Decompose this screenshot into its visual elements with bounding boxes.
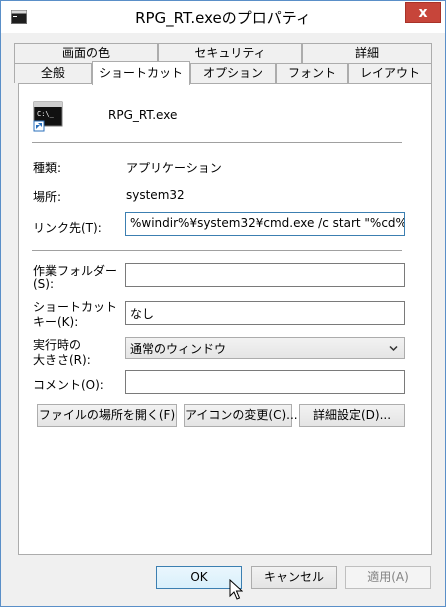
advanced-settings-button[interactable]: 詳細設定(D)... (299, 404, 405, 427)
change-icon-button[interactable]: アイコンの変更(C)... (184, 404, 298, 427)
type-label: 種類: (33, 161, 62, 175)
window-title: RPG_RT.exeのプロパティ (135, 9, 311, 27)
tab-security[interactable]: セキュリティ (158, 43, 302, 63)
run-size-select[interactable]: 通常のウィンドウ (125, 337, 405, 359)
title-bar[interactable]: RPG_RT.exeのプロパティ x (1, 1, 445, 33)
mouse-pointer-icon (229, 579, 243, 600)
location-value: system32 (126, 188, 185, 202)
svg-text:C:\_: C:\_ (37, 110, 55, 118)
comment-label: コメント(O): (33, 378, 104, 392)
shortcut-filename: RPG_RT.exe (108, 108, 178, 122)
console-shortcut-icon: C:\_ (33, 101, 63, 132)
tab-details[interactable]: 詳細 (302, 43, 432, 63)
tab-layout[interactable]: レイアウト (348, 63, 432, 83)
type-value: アプリケーション (126, 161, 222, 175)
apply-button[interactable]: 適用(A) (345, 566, 431, 589)
properties-window: RPG_RT.exeのプロパティ x 画面の色 セキュリティ 詳細 全般 ショー… (0, 0, 446, 607)
tab-font[interactable]: フォント (276, 63, 348, 83)
tab-general[interactable]: 全般 (14, 63, 92, 83)
divider-top (32, 142, 402, 143)
hotkey-input[interactable]: なし (125, 301, 405, 325)
shortcut-panel: C:\_ RPG_RT.exe 種類: アプリケーション 場所: system3… (18, 83, 432, 555)
tab-shortcut[interactable]: ショートカット (92, 61, 190, 85)
run-size-value: 通常のウィンドウ (130, 342, 227, 356)
workdir-label-line2: (S): (33, 277, 55, 291)
location-label: 場所: (33, 190, 62, 204)
run-size-label-line2: 大きさ(R): (33, 353, 91, 367)
target-label: リンク先(T): (33, 221, 102, 235)
tab-options[interactable]: オプション (190, 63, 276, 83)
divider-middle (32, 250, 402, 251)
target-input[interactable]: %windir%¥system32¥cmd.exe /c start "%cd% (125, 212, 405, 236)
chevron-down-icon (389, 345, 398, 352)
hotkey-label-line2: キー(K): (33, 315, 79, 329)
workdir-input[interactable] (125, 263, 405, 287)
open-file-location-button[interactable]: ファイルの場所を開く(F) (37, 404, 177, 427)
cancel-button[interactable]: キャンセル (251, 566, 337, 589)
close-button[interactable]: x (405, 2, 441, 23)
comment-input[interactable] (125, 370, 405, 394)
tab-colors[interactable]: 画面の色 (14, 43, 158, 63)
close-icon: x (418, 4, 428, 21)
